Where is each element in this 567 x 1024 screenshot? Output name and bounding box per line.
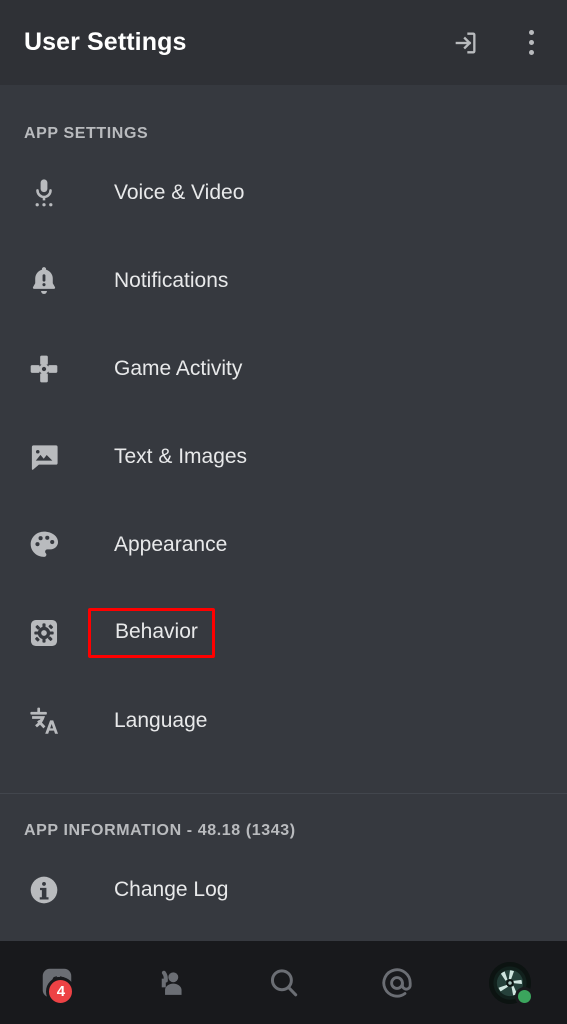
at-mention-icon xyxy=(382,967,412,998)
nav-item-friends[interactable] xyxy=(113,941,226,1024)
settings-row-notifications[interactable]: Notifications xyxy=(0,237,567,325)
image-message-icon xyxy=(24,440,64,474)
bottom-navigation: 4 xyxy=(0,941,567,1024)
gamepad-dpad-icon xyxy=(24,352,64,386)
settings-row-behavior[interactable]: Behavior xyxy=(0,589,567,677)
settings-row-label: Change Log xyxy=(114,878,229,901)
settings-row-game-activity[interactable]: Game Activity xyxy=(0,325,567,413)
settings-row-language[interactable]: Language xyxy=(0,677,567,765)
settings-row-label: Voice & Video xyxy=(114,181,245,204)
settings-row-voice-video[interactable]: Voice & Video xyxy=(0,149,567,237)
section-header-app-information: APP INFORMATION - 48.18 (1343) xyxy=(24,822,296,839)
app-header: User Settings xyxy=(0,0,567,85)
settings-list[interactable]: APP SETTINGS Voice & Video Notifications… xyxy=(0,85,567,941)
microphone-icon xyxy=(24,176,64,210)
settings-row-text-images[interactable]: Text & Images xyxy=(0,413,567,501)
settings-row-label: Text & Images xyxy=(114,445,248,468)
palette-icon xyxy=(24,528,64,562)
avatar[interactable] xyxy=(489,961,535,1006)
nav-item-profile[interactable] xyxy=(454,941,567,1024)
settings-row-label: Appearance xyxy=(114,533,228,556)
user-settings-screen: User Settings APP SETTINGS Voice & Video… xyxy=(0,0,567,1024)
nav-item-search[interactable] xyxy=(227,941,340,1024)
settings-row-label: Behavior xyxy=(88,608,215,658)
search-icon xyxy=(270,968,297,996)
nav-item-servers[interactable]: 4 xyxy=(0,941,113,1024)
bell-alert-icon xyxy=(24,264,64,298)
logout-icon[interactable] xyxy=(449,27,481,59)
page-title: User Settings xyxy=(24,28,187,56)
friends-wave-icon xyxy=(161,970,182,995)
nav-item-mentions[interactable] xyxy=(340,941,453,1024)
settings-row-label: Game Activity xyxy=(114,357,243,380)
status-badge xyxy=(515,986,535,1006)
settings-row-change-log[interactable]: Change Log xyxy=(0,846,567,934)
unread-badge: 4 xyxy=(46,977,76,1006)
translate-icon xyxy=(24,704,64,738)
settings-row-appearance[interactable]: Behavior Appearance xyxy=(0,501,567,589)
info-circle-icon xyxy=(24,873,64,907)
section-header-app-settings: APP SETTINGS xyxy=(24,125,149,142)
settings-row-label: Language xyxy=(114,709,208,732)
more-vertical-icon[interactable] xyxy=(519,28,543,58)
header-actions xyxy=(449,27,543,59)
gear-icon xyxy=(24,616,64,650)
settings-row-label: Notifications xyxy=(114,269,229,292)
